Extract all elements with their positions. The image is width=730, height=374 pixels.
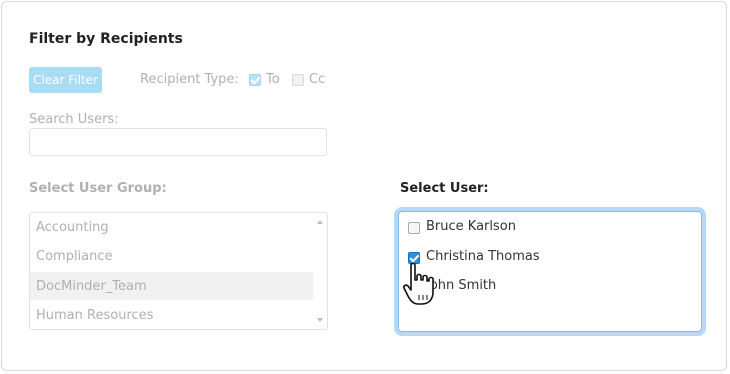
scroll-down-arrow-icon[interactable]: [317, 318, 323, 322]
user-group-label: Select User Group:: [29, 181, 167, 196]
user-group-list[interactable]: Accounting Compliance DocMinder_Team Hum…: [29, 212, 328, 330]
group-item-accounting[interactable]: Accounting: [36, 220, 109, 235]
user-item-bruce-karlson[interactable]: Bruce Karlson: [426, 219, 516, 234]
group-item-human-resources[interactable]: Human Resources: [36, 308, 153, 323]
recipient-cc-label: Cc: [309, 72, 326, 87]
select-user-label: Select User:: [400, 181, 489, 196]
recipient-to-label: To: [266, 72, 280, 87]
recipient-type-label: Recipient Type:: [140, 72, 239, 87]
recipient-to-checkbox[interactable]: [249, 74, 261, 86]
user-checkbox-bruce-karlson[interactable]: [408, 222, 420, 234]
clear-filter-button[interactable]: Clear Filter: [29, 67, 102, 93]
recipient-cc-checkbox[interactable]: [292, 74, 304, 86]
user-list[interactable]: Bruce Karlson Christina Thomas John Smit…: [398, 211, 702, 332]
group-item-docminder-team[interactable]: DocMinder_Team: [36, 279, 147, 294]
user-item-christina-thomas[interactable]: Christina Thomas: [426, 249, 540, 264]
search-users-label: Search Users:: [29, 112, 119, 127]
group-item-compliance[interactable]: Compliance: [36, 249, 113, 264]
page-title: Filter by Recipients: [29, 31, 183, 47]
hand-pointer-icon: [403, 262, 434, 305]
scroll-up-arrow-icon[interactable]: [317, 220, 323, 224]
search-users-input[interactable]: [29, 128, 327, 156]
